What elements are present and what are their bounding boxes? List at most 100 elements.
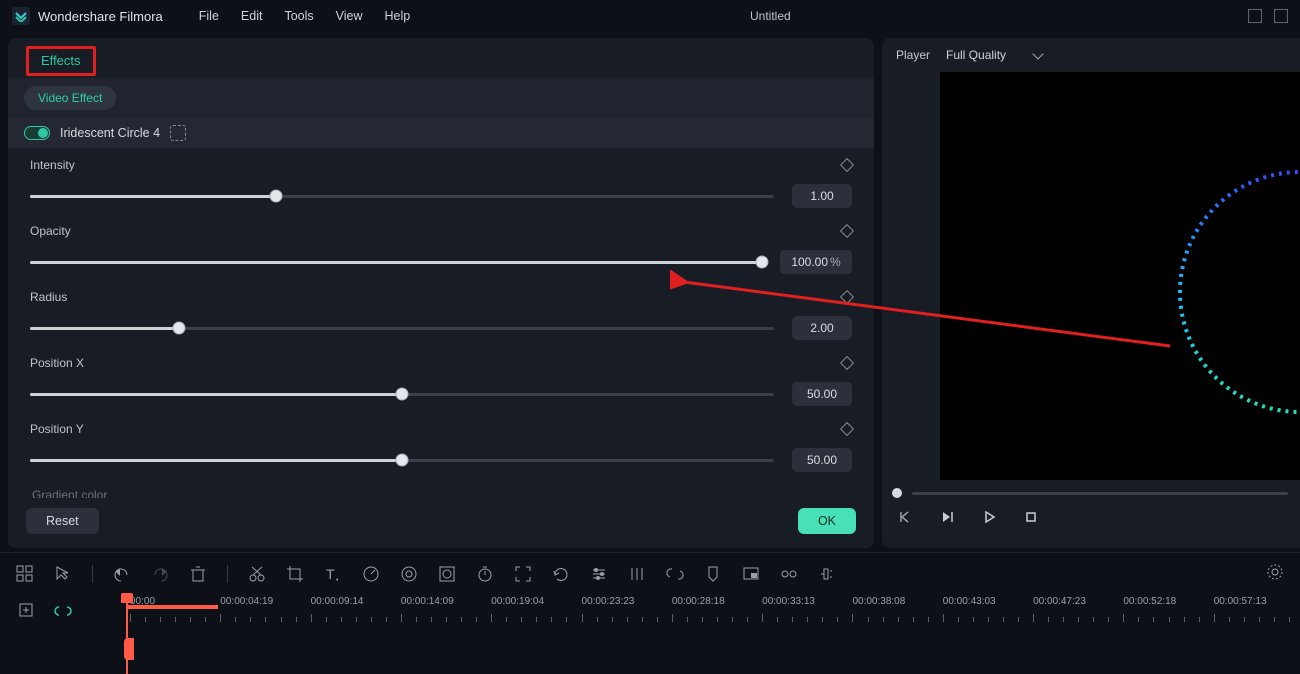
effects-panel: Effects Video Effect Iridescent Circle 4… [8, 38, 874, 548]
app-name: Wondershare Filmora [38, 9, 163, 24]
text-icon[interactable]: T• [324, 565, 342, 583]
play-step-icon[interactable] [938, 508, 956, 526]
subtab-video-effect[interactable]: Video Effect [24, 86, 116, 110]
menu-edit[interactable]: Edit [241, 9, 263, 23]
svg-text:•: • [336, 577, 339, 583]
group-icon[interactable] [780, 565, 798, 583]
opacity-slider[interactable] [30, 261, 762, 264]
param-opacity-label: Opacity [30, 224, 71, 238]
keyframe-icon[interactable] [840, 290, 854, 304]
track-add-icon[interactable] [18, 602, 36, 620]
posy-slider[interactable] [30, 459, 774, 462]
chroma-icon[interactable] [438, 565, 456, 583]
menubar: Wondershare Filmora File Edit Tools View… [0, 0, 1300, 32]
posx-value[interactable]: 50.00 [792, 382, 852, 406]
timecode-label: 00:00:43:03 [943, 596, 996, 607]
menu-help[interactable]: Help [385, 9, 411, 23]
timecode-label: 00:00:28:18 [672, 596, 725, 607]
keyframe-icon[interactable] [840, 356, 854, 370]
seek-handle[interactable] [892, 488, 902, 498]
param-position-y: Position Y 50.00 [30, 422, 852, 472]
intensity-slider[interactable] [30, 195, 774, 198]
sliders-icon[interactable] [590, 565, 608, 583]
grid-icon[interactable] [16, 565, 34, 583]
timecode-label: 00:00:52:18 [1123, 596, 1176, 607]
effect-enable-toggle[interactable] [24, 126, 50, 140]
align-icon[interactable] [628, 565, 646, 583]
param-intensity-label: Intensity [30, 158, 75, 172]
trash-icon[interactable] [189, 565, 207, 583]
param-posx-label: Position X [30, 356, 84, 370]
timeline: 00:0000:00:04:1900:00:09:1400:00:14:0900… [0, 594, 1300, 674]
svg-text:T: T [326, 566, 335, 582]
param-posy-label: Position Y [30, 422, 84, 436]
keyframe-icon[interactable] [840, 224, 854, 238]
undo-icon[interactable] [113, 565, 131, 583]
posy-value[interactable]: 50.00 [792, 448, 852, 472]
effect-name: Iridescent Circle 4 [60, 126, 160, 140]
clip-handle[interactable] [124, 638, 134, 660]
seek-track[interactable] [912, 492, 1288, 495]
posx-slider[interactable] [30, 393, 774, 396]
marker-icon[interactable] [704, 565, 722, 583]
ok-button[interactable]: OK [798, 508, 856, 534]
menu-view[interactable]: View [336, 9, 363, 23]
timecode-label: 00:00:38:08 [852, 596, 905, 607]
reset-button[interactable]: Reset [26, 508, 99, 534]
speed-icon[interactable] [362, 565, 380, 583]
play-icon[interactable] [980, 508, 998, 526]
timecode-label: 00:00:04:19 [220, 596, 273, 607]
keyframe-icon[interactable] [840, 422, 854, 436]
redo-icon[interactable] [151, 565, 169, 583]
intensity-value[interactable]: 1.00 [792, 184, 852, 208]
keyframe-icon[interactable] [840, 158, 854, 172]
chevron-down-icon [1032, 48, 1043, 59]
stop-icon[interactable] [1022, 508, 1040, 526]
window-layout2-icon[interactable] [1274, 9, 1288, 23]
player-panel: Player Full Quality [882, 38, 1300, 548]
param-position-x: Position X 50.00 [30, 356, 852, 406]
color-icon[interactable] [400, 565, 418, 583]
param-opacity: Opacity 100.00% [30, 224, 852, 274]
radius-value[interactable]: 2.00 [792, 316, 852, 340]
timecode-label: 00:00:09:14 [311, 596, 364, 607]
separator [227, 565, 228, 583]
refresh-icon[interactable] [552, 565, 570, 583]
timecode-label: 00:00:33:13 [762, 596, 815, 607]
radius-slider[interactable] [30, 327, 774, 330]
window-layout-icon[interactable] [1248, 9, 1262, 23]
work-area-marker [126, 605, 218, 609]
quality-dropdown[interactable]: Full Quality [946, 48, 1042, 62]
track-link-icon[interactable] [54, 602, 72, 620]
timecode-label: 00:00:23:23 [582, 596, 635, 607]
focus-icon[interactable] [514, 565, 532, 583]
timecode-label: 00:00:47:23 [1033, 596, 1086, 607]
prev-frame-icon[interactable] [896, 508, 914, 526]
tab-effects[interactable]: Effects [26, 46, 96, 76]
effect-expand-icon[interactable] [170, 125, 186, 141]
timer-icon[interactable] [476, 565, 494, 583]
crop-icon[interactable] [286, 565, 304, 583]
separator [92, 565, 93, 583]
timecode-label: 00:00:19:04 [491, 596, 544, 607]
menu-file[interactable]: File [199, 9, 219, 23]
timeline-toolbar: T• [0, 552, 1300, 594]
pip-icon[interactable] [742, 565, 760, 583]
param-radius: Radius 2.00 [30, 290, 852, 340]
param-intensity: Intensity 1.00 [30, 158, 852, 208]
preview-viewport[interactable] [940, 72, 1300, 480]
settings-gear-icon[interactable] [1266, 563, 1284, 581]
timeline-ruler-area[interactable]: 00:0000:00:04:1900:00:09:1400:00:14:0900… [126, 594, 1300, 674]
quality-value: Full Quality [946, 48, 1006, 62]
cursor-icon[interactable] [54, 565, 72, 583]
player-label: Player [896, 48, 930, 62]
unlink-icon[interactable] [666, 565, 684, 583]
app-logo [12, 7, 30, 25]
menu-tools[interactable]: Tools [284, 9, 313, 23]
document-title: Untitled [750, 9, 791, 23]
param-radius-label: Radius [30, 290, 67, 304]
opacity-value[interactable]: 100.00% [780, 250, 852, 274]
cut-icon[interactable] [248, 565, 266, 583]
timecode-label: 00:00:14:09 [401, 596, 454, 607]
audio-icon[interactable] [818, 565, 836, 583]
